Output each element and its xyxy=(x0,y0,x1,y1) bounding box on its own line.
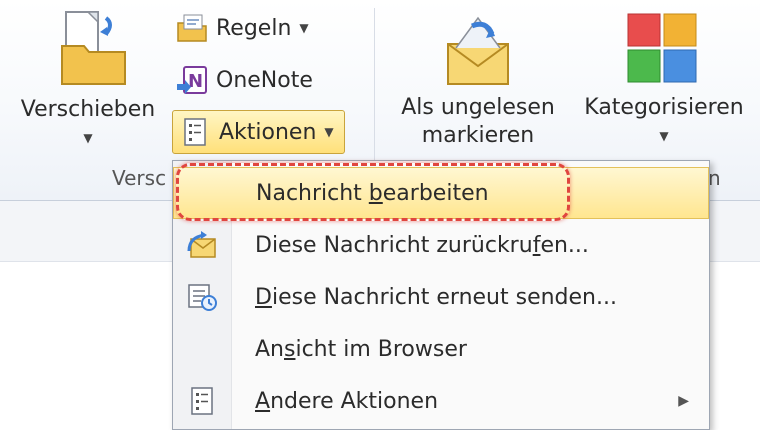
menu-item-recall-message[interactable]: Diese Nachricht zurückrufen... xyxy=(173,219,709,271)
move-label: Verschieben xyxy=(20,97,156,122)
group-label-move: Versc xyxy=(112,166,167,190)
rules-label: Regeln xyxy=(216,15,292,41)
actions-icon xyxy=(179,116,211,148)
onenote-icon: N xyxy=(176,64,208,96)
annotation-highlight-ring xyxy=(176,163,570,221)
categories-icon xyxy=(572,8,756,94)
actions-icon xyxy=(173,386,231,416)
chevron-down-icon: ▼ xyxy=(83,131,93,145)
submenu-arrow-icon: ▶ xyxy=(678,393,689,409)
mark-unread-label-2: markieren xyxy=(421,123,535,148)
chevron-down-icon: ▼ xyxy=(659,129,669,143)
move-icon xyxy=(8,8,168,90)
envelope-icon xyxy=(388,8,568,94)
actions-label: Aktionen xyxy=(219,119,317,145)
menu-item-other-actions[interactable]: Andere Aktionen ▶ xyxy=(173,375,709,427)
menu-item-resend-message[interactable]: Diese Nachricht erneut senden... xyxy=(173,271,709,323)
chevron-down-icon: ▼ xyxy=(324,125,334,139)
menu-item-view-in-browser[interactable]: Ansicht im Browser xyxy=(173,323,709,375)
move-button[interactable]: Verschieben ▼ xyxy=(8,8,168,152)
rules-button[interactable]: Regeln ▼ xyxy=(176,10,309,46)
mark-unread-label-1: Als ungelesen xyxy=(401,95,555,120)
mark-unread-button[interactable]: Als ungelesen markieren xyxy=(388,8,568,150)
actions-button[interactable]: Aktionen ▼ xyxy=(172,110,345,154)
svg-text:N: N xyxy=(188,71,203,92)
rules-icon xyxy=(176,12,208,44)
categorize-label: Kategorisieren xyxy=(584,95,744,120)
categorize-button[interactable]: Kategorisieren ▼ xyxy=(572,8,756,150)
onenote-button[interactable]: N OneNote xyxy=(176,62,313,98)
resend-icon xyxy=(173,281,231,313)
chevron-down-icon: ▼ xyxy=(299,21,309,35)
recall-icon xyxy=(173,229,231,261)
group-divider xyxy=(374,8,375,183)
onenote-label: OneNote xyxy=(216,67,313,93)
